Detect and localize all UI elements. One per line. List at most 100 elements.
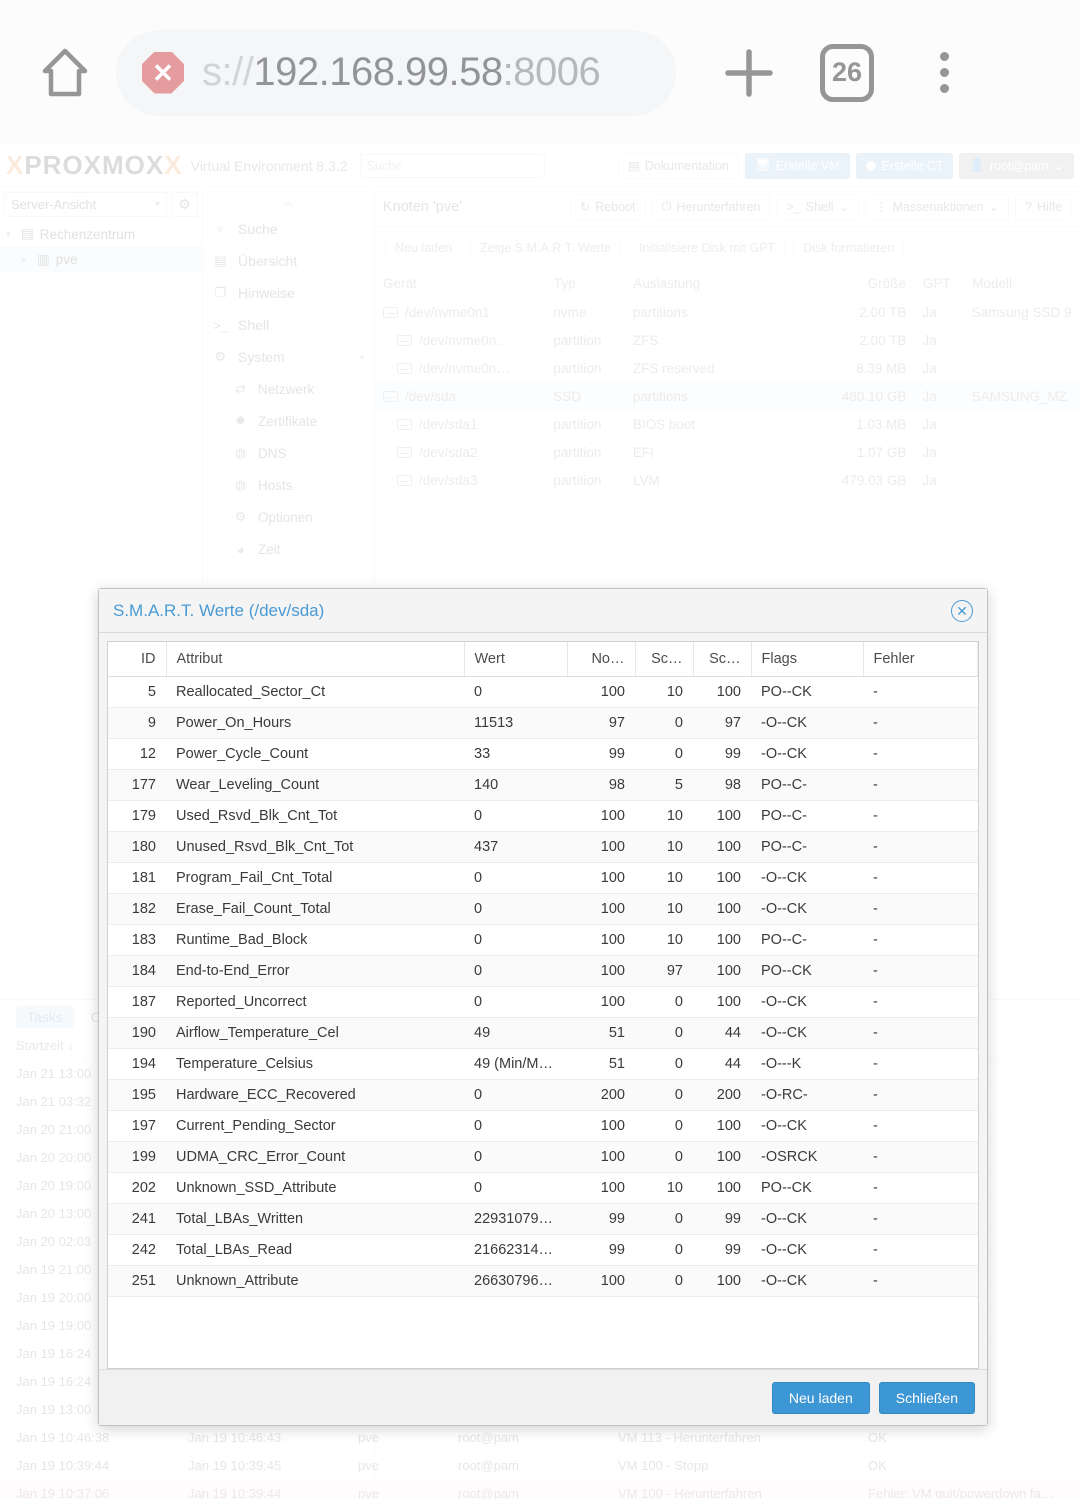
table-row[interactable]: 190 Airflow_Temperature_Cel 49 51 0 44 -O--CK -: [108, 1017, 978, 1049]
smart-attribute: Wear_Leveling_Count: [166, 769, 464, 801]
grid-empty-area: [108, 1297, 978, 1368]
smart-error: -: [863, 1079, 978, 1111]
smart-attribute: Unknown_SSD_Attribute: [166, 1172, 464, 1204]
smart-attribute: Program_Fail_Cnt_Total: [166, 862, 464, 894]
smart-threshold: 10: [635, 893, 693, 925]
smart-attribute: Total_LBAs_Written: [166, 1203, 464, 1235]
smart-attribute: Unknown_Attribute: [166, 1265, 464, 1297]
smart-threshold: 0: [635, 1265, 693, 1297]
smart-attribute: Erase_Fail_Count_Total: [166, 893, 464, 925]
smart-id: 202: [108, 1172, 166, 1204]
smart-id: 251: [108, 1265, 166, 1297]
table-row[interactable]: 197 Current_Pending_Sector 0 100 0 100 -O--CK -: [108, 1110, 978, 1142]
smart-error: -: [863, 1110, 978, 1142]
smart-error: -: [863, 1141, 978, 1173]
smart-error: -: [863, 1265, 978, 1297]
close-circle-icon[interactable]: ✕: [951, 599, 973, 622]
smart-value: 26630796608: [464, 1265, 567, 1297]
smart-error: -: [863, 738, 978, 770]
table-row[interactable]: 194 Temperature_Celsius 49 (Min/Ma… 51 0 44 -O…: [108, 1048, 978, 1080]
smart-id: 241: [108, 1203, 166, 1235]
table-row[interactable]: 182 Erase_Fail_Count_Total 0 100 10 100 -O--CK…: [108, 893, 978, 925]
table-row[interactable]: 202 Unknown_SSD_Attribute 0 100 10 100 PO--CK -: [108, 1172, 978, 1204]
smart-attribute: Temperature_Celsius: [166, 1048, 464, 1080]
smart-normalized: 99: [567, 1203, 635, 1235]
table-row[interactable]: 251 Unknown_Attribute 26630796608 100 0 100 -O…: [108, 1265, 978, 1297]
smart-normalized: 100: [567, 800, 635, 832]
smart-flags: -OSRCK: [751, 1141, 863, 1173]
smart-flags: -O--CK: [751, 1265, 863, 1297]
smart-normalized: 100: [567, 1172, 635, 1204]
smart-table: ID Attribut Wert No… Sc… Sc… Flags Fehle…: [108, 642, 978, 1297]
smart-normalized: 200: [567, 1079, 635, 1111]
smart-worst: 98: [693, 769, 751, 801]
table-row[interactable]: 12 Power_Cycle_Count 33 99 0 99 -O--CK -: [108, 738, 978, 770]
smart-value: 0: [464, 862, 567, 894]
smart-worst: 100: [693, 986, 751, 1018]
dialog-header: S.M.A.R.T. Werte (/dev/sda) ✕: [99, 589, 987, 633]
col-attribut[interactable]: Attribut: [166, 642, 465, 677]
table-row[interactable]: 179 Used_Rsvd_Blk_Cnt_Tot 0 100 10 100 PO--C- -: [108, 800, 978, 832]
smart-error: -: [863, 955, 978, 987]
col-id[interactable]: ID: [108, 642, 167, 677]
table-row[interactable]: 183 Runtime_Bad_Block 0 100 10 100 PO--C- -: [108, 924, 978, 956]
smart-flags: -O--CK: [751, 986, 863, 1018]
smart-id: 182: [108, 893, 166, 925]
dialog-footer: Neu laden Schließen: [99, 1369, 987, 1425]
smart-value: 0: [464, 924, 567, 956]
smart-flags: -O--CK: [751, 862, 863, 894]
table-row[interactable]: 187 Reported_Uncorrect 0 100 0 100 -O--CK -: [108, 986, 978, 1018]
smart-worst: 44: [693, 1048, 751, 1080]
table-row[interactable]: 241 Total_LBAs_Written 22931079577 99 0 99 -O-…: [108, 1203, 978, 1235]
smart-error: -: [863, 1234, 978, 1266]
smart-attribute: Airflow_Temperature_Cel: [166, 1017, 464, 1049]
col-wert[interactable]: Wert: [464, 642, 568, 677]
smart-normalized: 100: [567, 955, 635, 987]
table-row[interactable]: 177 Wear_Leveling_Count 140 98 5 98 PO--C- -: [108, 769, 978, 801]
dialog-body: ID Attribut Wert No… Sc… Sc… Flags Fehle…: [99, 633, 987, 1369]
screen: ✕ s://192.168.99.58:8006 26 XPROXMOXX Vi…: [0, 0, 1080, 1499]
smart-value: 33: [464, 738, 567, 770]
table-row[interactable]: 199 UDMA_CRC_Error_Count 0 100 0 100 -OSRCK -: [108, 1141, 978, 1173]
smart-id: 197: [108, 1110, 166, 1142]
smart-threshold: 10: [635, 1172, 693, 1204]
table-row[interactable]: 5 Reallocated_Sector_Ct 0 100 10 100 PO--CK -: [108, 676, 978, 708]
smart-attribute: Current_Pending_Sector: [166, 1110, 464, 1142]
smart-flags: -O--CK: [751, 1203, 863, 1235]
reload-button[interactable]: Neu laden: [771, 1381, 870, 1414]
smart-attribute: Power_On_Hours: [166, 707, 464, 739]
table-row[interactable]: 9 Power_On_Hours 11513 97 0 97 -O--CK -: [108, 707, 978, 739]
smart-id: 183: [108, 924, 166, 956]
smart-error: -: [863, 769, 978, 801]
close-button[interactable]: Schließen: [878, 1381, 975, 1414]
smart-worst: 100: [693, 1265, 751, 1297]
smart-table-body: 5 Reallocated_Sector_Ct 0 100 10 100 PO--CK -9 P…: [108, 676, 978, 1297]
table-row[interactable]: 195 Hardware_ECC_Recovered 0 200 0 200 -O-RC- -: [108, 1079, 978, 1111]
smart-threshold: 0: [635, 738, 693, 770]
smart-attribute: Runtime_Bad_Block: [166, 924, 464, 956]
smart-value: 0: [464, 800, 567, 832]
smart-error: -: [863, 800, 978, 832]
smart-error: -: [863, 831, 978, 863]
smart-flags: PO--C-: [751, 831, 863, 863]
smart-worst: 100: [693, 1172, 751, 1204]
smart-threshold: 0: [635, 707, 693, 739]
smart-value: 0: [464, 893, 567, 925]
col-worst[interactable]: Sc…: [693, 642, 752, 677]
table-row[interactable]: 242 Total_LBAs_Read 21662314674 99 0 99 -O--CK…: [108, 1234, 978, 1266]
table-row[interactable]: 180 Unused_Rsvd_Blk_Cnt_Tot 437 100 10 100 PO-…: [108, 831, 978, 863]
smart-error: -: [863, 1172, 978, 1204]
table-row[interactable]: 184 End-to-End_Error 0 100 97 100 PO--CK -: [108, 955, 978, 987]
smart-threshold: 10: [635, 800, 693, 832]
smart-threshold: 0: [635, 986, 693, 1018]
smart-grid: ID Attribut Wert No… Sc… Sc… Flags Fehle…: [107, 641, 979, 1369]
col-threshold[interactable]: Sc…: [635, 642, 694, 677]
smart-id: 194: [108, 1048, 166, 1080]
smart-error: -: [863, 862, 978, 894]
smart-worst: 100: [693, 893, 751, 925]
col-fehler[interactable]: Fehler: [863, 642, 978, 677]
col-flags[interactable]: Flags: [751, 642, 864, 677]
col-normalized[interactable]: No…: [567, 642, 636, 677]
smart-threshold: 0: [635, 1234, 693, 1266]
table-row[interactable]: 181 Program_Fail_Cnt_Total 0 100 10 100 -O--CK…: [108, 862, 978, 894]
